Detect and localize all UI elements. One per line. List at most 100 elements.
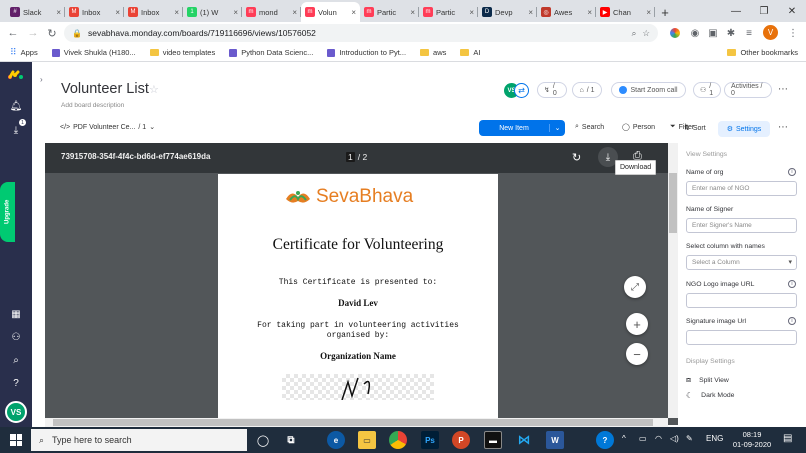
- browser-tab[interactable]: m Volun ×: [301, 2, 360, 22]
- org-name-input[interactable]: Enter name of NGO: [686, 181, 797, 196]
- scroll-thumb[interactable]: [669, 173, 677, 233]
- help-icon[interactable]: ?: [596, 431, 614, 449]
- zoom-call-button[interactable]: Start Zoom call: [611, 82, 686, 98]
- hscroll-thumb[interactable]: [53, 419, 653, 426]
- dark-mode-option[interactable]: ☾ Dark Mode: [686, 391, 734, 400]
- pen-icon[interactable]: ✎: [686, 434, 693, 443]
- rotate-icon[interactable]: ↻: [572, 151, 581, 164]
- zoom-out-button[interactable]: −: [626, 343, 648, 365]
- board-description[interactable]: Add board description: [61, 102, 124, 109]
- tab-close-icon[interactable]: ×: [292, 8, 297, 17]
- battery-icon[interactable]: ▭: [639, 434, 647, 443]
- media-icon[interactable]: ≡: [742, 26, 756, 40]
- new-tab-button[interactable]: +: [655, 2, 675, 22]
- fit-page-icon[interactable]: ⤢: [624, 276, 646, 298]
- invite-icon[interactable]: ⇄: [514, 83, 529, 98]
- wifi-icon[interactable]: ◠: [655, 434, 662, 443]
- windows-start-icon[interactable]: [10, 434, 22, 446]
- signature-url-input[interactable]: [686, 330, 797, 345]
- chevron-down-icon[interactable]: ⌄: [549, 124, 565, 132]
- search-icon[interactable]: ⌕: [9, 353, 23, 367]
- settings-button[interactable]: ⚙ Settings: [718, 121, 770, 137]
- info-icon[interactable]: i: [788, 317, 796, 325]
- split-view-option[interactable]: ⧈ Split View: [686, 375, 729, 385]
- view-more-icon[interactable]: ⋯: [778, 122, 788, 133]
- photoshop-icon[interactable]: Ps: [421, 431, 439, 449]
- vertical-scrollbar[interactable]: [668, 143, 678, 418]
- close-window-icon[interactable]: ✕: [778, 0, 806, 22]
- browser-tab[interactable]: ◎ Awes ×: [537, 2, 596, 22]
- tray-chevron-icon[interactable]: ^: [622, 434, 626, 443]
- tab-close-icon[interactable]: ×: [115, 8, 120, 17]
- maximize-icon[interactable]: ❐: [750, 0, 778, 22]
- puzzle-icon[interactable]: ✱: [724, 26, 738, 40]
- favorite-star-icon[interactable]: ☆: [149, 83, 159, 96]
- terminal-icon[interactable]: ▬: [484, 431, 502, 449]
- activity-button[interactable]: ↯/ 0: [537, 82, 567, 98]
- tab-close-icon[interactable]: ×: [528, 8, 533, 17]
- bookmark-item[interactable]: Python Data Scienc...: [229, 48, 313, 57]
- column-select[interactable]: Select a Column ▾: [686, 255, 797, 270]
- invite-member-icon[interactable]: ⚇: [9, 330, 23, 344]
- user-avatar[interactable]: VS: [5, 401, 27, 423]
- menu-dots-icon[interactable]: ⋮: [786, 26, 800, 40]
- cortana-icon[interactable]: ◯: [254, 431, 272, 449]
- browser-tab[interactable]: M Inbox ×: [65, 2, 124, 22]
- info-icon[interactable]: i: [788, 280, 796, 288]
- zoom-in-button[interactable]: +: [626, 313, 648, 335]
- tab-close-icon[interactable]: ×: [587, 8, 592, 17]
- clock[interactable]: 08:19 01-09-2020: [731, 430, 773, 450]
- browser-tab[interactable]: m Partic ×: [419, 2, 478, 22]
- file-explorer-icon[interactable]: ▭: [358, 431, 376, 449]
- calendar-icon[interactable]: ▦: [9, 307, 23, 321]
- signer-name-input[interactable]: Enter Signer's Name: [686, 218, 797, 233]
- browser-tab[interactable]: ▶ Chan ×: [596, 2, 655, 22]
- tab-close-icon[interactable]: ×: [56, 8, 61, 17]
- members-button[interactable]: ⚇/ 1: [693, 82, 721, 98]
- search-button[interactable]: ⌕ Search: [575, 123, 604, 131]
- more-options-icon[interactable]: ⋯: [778, 84, 788, 95]
- browser-tab[interactable]: D Devp ×: [478, 2, 537, 22]
- tab-close-icon[interactable]: ×: [233, 8, 238, 17]
- notifications-bell-icon[interactable]: 🔔︎: [9, 99, 23, 113]
- bookmark-item[interactable]: Introduction to Pyt...: [327, 48, 406, 57]
- back-icon[interactable]: ←: [4, 24, 22, 42]
- powerpoint-icon[interactable]: P: [452, 431, 470, 449]
- extension-color-icon[interactable]: [668, 26, 682, 40]
- browser-tab[interactable]: m Partic ×: [360, 2, 419, 22]
- monday-logo-icon[interactable]: [8, 68, 24, 82]
- board-title[interactable]: Volunteer List: [61, 81, 149, 97]
- camera-icon[interactable]: ▣: [706, 26, 720, 40]
- extension-shield-icon[interactable]: ◉: [688, 26, 702, 40]
- activities-button[interactable]: Activities / 0: [724, 82, 772, 98]
- language-indicator[interactable]: ENG: [706, 434, 723, 443]
- browser-tab[interactable]: m mond ×: [242, 2, 301, 22]
- reload-icon[interactable]: ↻: [43, 24, 61, 42]
- updates-button[interactable]: ⌂/ 1: [572, 82, 602, 98]
- chrome-icon[interactable]: [389, 431, 407, 449]
- sort-button[interactable]: ⇅ Sort: [684, 124, 706, 133]
- expand-chevron-icon[interactable]: ›: [40, 75, 43, 84]
- vscode-icon[interactable]: ⋈: [515, 431, 533, 449]
- page-current-input[interactable]: 1: [346, 152, 355, 162]
- tab-close-icon[interactable]: ×: [646, 8, 651, 17]
- volume-icon[interactable]: ◁): [670, 434, 679, 443]
- tab-close-icon[interactable]: ×: [410, 8, 415, 17]
- edge-icon[interactable]: e: [327, 431, 345, 449]
- notification-center-icon[interactable]: ▤: [783, 433, 792, 444]
- upgrade-button[interactable]: Upgrade: [0, 182, 15, 242]
- bookmark-item[interactable]: AI: [460, 48, 480, 57]
- address-bar[interactable]: 🔒 sevabhava.monday.com/boards/719116696/…: [64, 24, 658, 42]
- bookmark-item[interactable]: video templates: [149, 48, 215, 57]
- logo-url-input[interactable]: [686, 293, 797, 308]
- person-filter-button[interactable]: ◯ Person: [622, 123, 655, 132]
- bookmark-item[interactable]: ⠿ Apps: [10, 47, 38, 58]
- browser-tab[interactable]: 1 (1) W ×: [183, 2, 242, 22]
- bookmark-star-icon[interactable]: ☆: [642, 28, 650, 39]
- help-icon[interactable]: ?: [9, 376, 23, 390]
- tab-close-icon[interactable]: ×: [351, 8, 356, 17]
- horizontal-scrollbar[interactable]: [45, 418, 668, 427]
- info-icon[interactable]: i: [788, 168, 796, 176]
- tab-close-icon[interactable]: ×: [174, 8, 179, 17]
- taskbar-search[interactable]: ⌕ Type here to search: [31, 429, 247, 451]
